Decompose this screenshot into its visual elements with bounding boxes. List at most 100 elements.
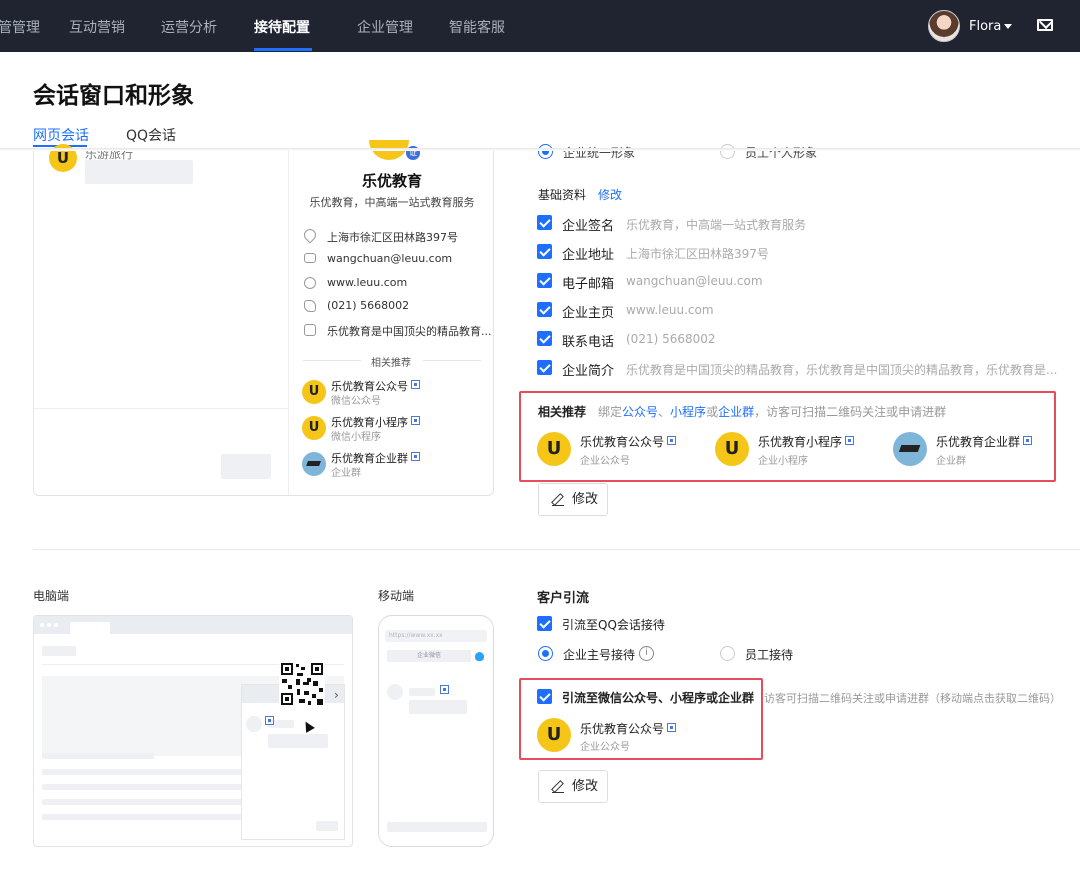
document-icon	[304, 324, 316, 336]
radio-staff[interactable]	[720, 646, 735, 661]
placeholder-line	[42, 769, 242, 775]
field-value-homepage: www.leuu.com	[626, 303, 714, 317]
field-value-intro: 乐优教育是中国顶尖的精品教育，乐优教育是中国顶尖的精品教育，乐优教育是...	[626, 363, 1058, 377]
mail-icon[interactable]	[1037, 19, 1053, 31]
checkbox-phone[interactable]	[537, 331, 552, 346]
nav-item-management[interactable]: 管管理	[0, 17, 40, 37]
field-value-address: 上海市徐汇区田林路397号	[626, 247, 769, 261]
preview-chat-pane: U 乐游旅行	[34, 144, 289, 495]
placeholder-block	[409, 700, 467, 714]
option-main-account[interactable]: 企业主号接待	[563, 646, 635, 663]
qrcode-image	[279, 661, 325, 707]
placeholder-block	[85, 160, 193, 184]
tab-web-chat[interactable]: 网页会话	[33, 125, 89, 145]
rec-logo-official: U	[537, 432, 571, 466]
qrcode-icon[interactable]	[411, 380, 420, 389]
qrcode-icon[interactable]	[440, 685, 449, 694]
basic-info-title: 基础资料	[538, 188, 587, 202]
placeholder-block	[387, 822, 487, 832]
nav-item-enterprise[interactable]: 企业管理	[357, 17, 413, 37]
rec-logo-miniprogram: U	[715, 432, 749, 466]
preview-rec-type: 微信小程序	[331, 432, 381, 443]
checkbox-signature[interactable]	[537, 215, 552, 230]
placeholder-block	[409, 688, 435, 696]
wechat-item-name: 乐优教育公众号	[580, 720, 677, 737]
divider	[423, 360, 481, 361]
mobile-mockup: https://www.xx.xx 企业微信	[378, 615, 494, 847]
placeholder-line	[42, 814, 242, 820]
edit-button[interactable]: 修改	[538, 483, 608, 516]
avatar[interactable]	[928, 10, 960, 42]
field-value-phone: (021) 5668002	[626, 332, 716, 346]
recommend-hint: 绑定公众号、小程序或企业群，访客可扫描二维码关注或申请进群	[598, 405, 947, 419]
option-personal-image[interactable]: 员工个人形象	[745, 144, 817, 161]
section-divider	[33, 549, 1080, 550]
edit-button[interactable]: 修改	[538, 770, 608, 803]
checkbox-wechat-flow[interactable]	[537, 689, 552, 704]
field-value-signature: 乐优教育，中高端一站式教育服务	[626, 218, 807, 232]
qrcode-icon[interactable]	[667, 723, 677, 732]
checkbox-qq-flow[interactable]	[537, 616, 552, 631]
mobile-header-bar: 企业微信	[387, 650, 471, 662]
preview-address: 上海市徐汇区田林路397号	[327, 231, 458, 244]
chevron-down-icon[interactable]	[1004, 24, 1012, 29]
nav-item-marketing[interactable]: 互动营销	[69, 17, 125, 37]
option-staff[interactable]: 员工接待	[745, 646, 793, 663]
checkbox-intro[interactable]	[537, 360, 552, 375]
link-icon	[304, 277, 316, 289]
info-icon[interactable]: i	[639, 646, 654, 661]
qrcode-icon[interactable]	[411, 452, 420, 461]
tab-qq-chat[interactable]: QQ会话	[126, 125, 176, 145]
link-official-account[interactable]: 公众号	[622, 405, 658, 419]
radio-main-account[interactable]	[538, 646, 553, 661]
placeholder-avatar	[387, 684, 403, 700]
preview-rec-type: 企业群	[331, 468, 361, 479]
field-value-email: wangchuan@leuu.com	[626, 274, 763, 288]
chevron-right-icon[interactable]: ›	[334, 688, 339, 702]
checkbox-homepage[interactable]	[537, 302, 552, 317]
placeholder-line	[42, 784, 242, 790]
user-name[interactable]: Flora	[969, 19, 1001, 34]
graduation-cap-icon	[893, 432, 927, 466]
qrcode-icon[interactable]	[1023, 436, 1033, 445]
qrcode-hint	[265, 715, 274, 729]
link-group[interactable]: 企业群	[718, 405, 754, 419]
placeholder-block	[316, 821, 338, 831]
field-label-homepage: 企业主页	[562, 306, 615, 321]
mobile-label: 移动端	[378, 589, 415, 603]
qrcode-icon[interactable]	[667, 436, 677, 445]
preview-website: www.leuu.com	[327, 276, 408, 289]
nav-item-smart-service[interactable]: 智能客服	[449, 17, 505, 37]
radio-personal-image[interactable]	[720, 144, 735, 159]
placeholder-line	[42, 753, 154, 759]
rec-logo-miniprogram: U	[302, 416, 326, 440]
checkbox-email[interactable]	[537, 273, 552, 288]
company-description: 乐优教育，中高端一站式教育服务	[309, 196, 475, 209]
preview-rec-title: 相关推荐	[371, 358, 411, 369]
rec-logo-official: U	[302, 380, 326, 404]
wechat-flow-hint: 访客可扫描二维码关注或申请进群（移动端点击获取二维码）	[764, 692, 1061, 705]
nav-item-analytics[interactable]: 运营分析	[161, 17, 217, 37]
top-navbar: 管管理 互动营销 运营分析 接待配置 企业管理 智能客服 Flora	[0, 0, 1080, 52]
checkbox-address[interactable]	[537, 244, 552, 259]
field-label-address: 企业地址	[562, 248, 615, 263]
qq-icon[interactable]	[475, 652, 484, 661]
link-mini-program[interactable]: 小程序	[670, 405, 706, 419]
placeholder-block	[268, 734, 328, 748]
field-label-signature: 企业签名	[562, 219, 615, 234]
basic-info-edit-link[interactable]: 修改	[598, 186, 622, 203]
divider	[303, 360, 361, 361]
option-unified-image[interactable]: 企业统一形象	[563, 144, 635, 161]
field-label-phone: 联系电话	[562, 335, 615, 350]
qrcode-icon[interactable]	[265, 716, 274, 725]
radio-unified-image[interactable]	[538, 144, 553, 159]
page-title: 会话窗口和形象	[33, 83, 194, 109]
rec-item-name: 乐优教育公众号	[580, 433, 677, 450]
qrcode-icon[interactable]	[845, 436, 855, 445]
preview-rec-type: 微信公众号	[331, 396, 381, 407]
wechat-flow-label: 引流至微信公众号、小程序或企业群	[562, 691, 755, 705]
mail-icon	[304, 253, 316, 263]
qrcode-icon[interactable]	[411, 416, 420, 425]
window-dots	[40, 623, 44, 627]
nav-item-reception-config[interactable]: 接待配置	[254, 17, 310, 37]
